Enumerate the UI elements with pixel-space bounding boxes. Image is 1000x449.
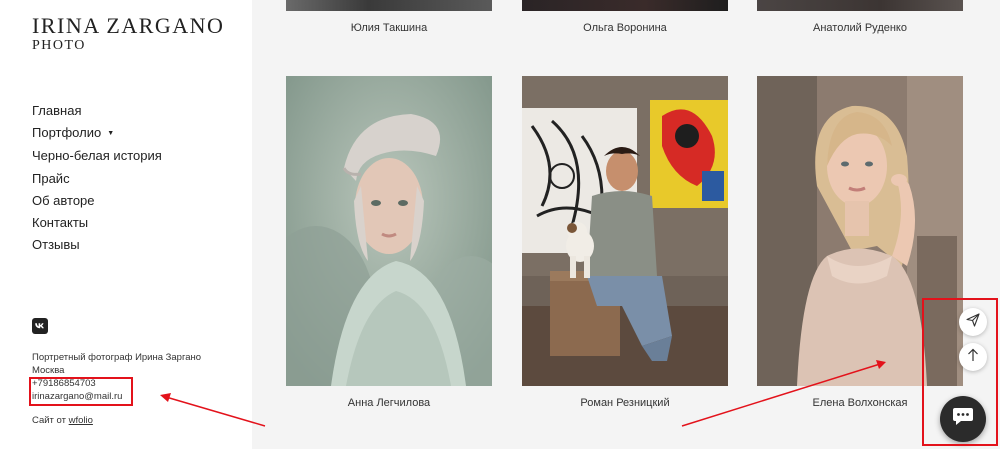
nav-item-portfolio[interactable]: Портфолио ▼ bbox=[32, 122, 162, 145]
city: Москва bbox=[32, 365, 65, 376]
nav-item-about[interactable]: Об авторе bbox=[32, 190, 162, 212]
annotation-box-floating-buttons bbox=[922, 298, 998, 446]
logo-subtitle: PHOTO bbox=[32, 38, 86, 53]
gallery-caption[interactable]: Роман Резницкий bbox=[522, 397, 728, 409]
gallery-photo[interactable] bbox=[286, 76, 492, 386]
gallery: Юлия Такшина Ольга Воронина Анатолий Руд… bbox=[252, 0, 1000, 449]
nav-item-price[interactable]: Прайс bbox=[32, 168, 162, 190]
gallery-caption[interactable]: Юлия Такшина bbox=[286, 22, 492, 34]
caret-down-icon: ▼ bbox=[107, 130, 115, 138]
gallery-photo-partial[interactable] bbox=[757, 0, 963, 11]
gallery-photo-partial[interactable] bbox=[522, 0, 728, 11]
nav-item-label: Отзывы bbox=[32, 237, 80, 253]
gallery-photo-partial[interactable] bbox=[286, 0, 492, 11]
nav-item-label: Контакты bbox=[32, 215, 89, 231]
nav-item-label: Прайс bbox=[32, 170, 70, 186]
annotation-box-contacts bbox=[29, 377, 133, 406]
main-nav: Главная Портфолио ▼ Черно-белая история П… bbox=[32, 100, 162, 256]
nav-item-label: Портфолио bbox=[32, 125, 102, 141]
nav-item-reviews[interactable]: Отзывы bbox=[32, 234, 162, 256]
logo-title: IRINA ZARGANO bbox=[32, 13, 225, 38]
credit-prefix: Сайт от bbox=[32, 415, 66, 426]
gallery-caption[interactable]: Анна Легчилова bbox=[286, 397, 492, 409]
site-credit: Сайт от wfolio bbox=[32, 415, 93, 426]
nav-item-contacts[interactable]: Контакты bbox=[32, 212, 162, 234]
wfolio-link[interactable]: wfolio bbox=[69, 415, 93, 426]
nav-item-label: Об авторе bbox=[32, 192, 95, 208]
gallery-photo[interactable] bbox=[522, 76, 728, 386]
vk-icon[interactable] bbox=[32, 318, 48, 334]
site-logo[interactable]: IRINA ZARGANO PHOTO bbox=[32, 14, 224, 54]
nav-item-label: Главная bbox=[32, 103, 82, 118]
gallery-caption[interactable]: Анатолий Руденко bbox=[757, 22, 963, 34]
nav-item-home[interactable]: Главная bbox=[32, 100, 162, 122]
nav-item-label: Черно-белая история bbox=[32, 148, 162, 164]
photographer-description: Портретный фотограф Ирина Заргано bbox=[32, 352, 202, 363]
gallery-caption[interactable]: Ольга Воронина bbox=[522, 22, 728, 34]
nav-item-bw-story[interactable]: Черно-белая история bbox=[32, 145, 162, 167]
